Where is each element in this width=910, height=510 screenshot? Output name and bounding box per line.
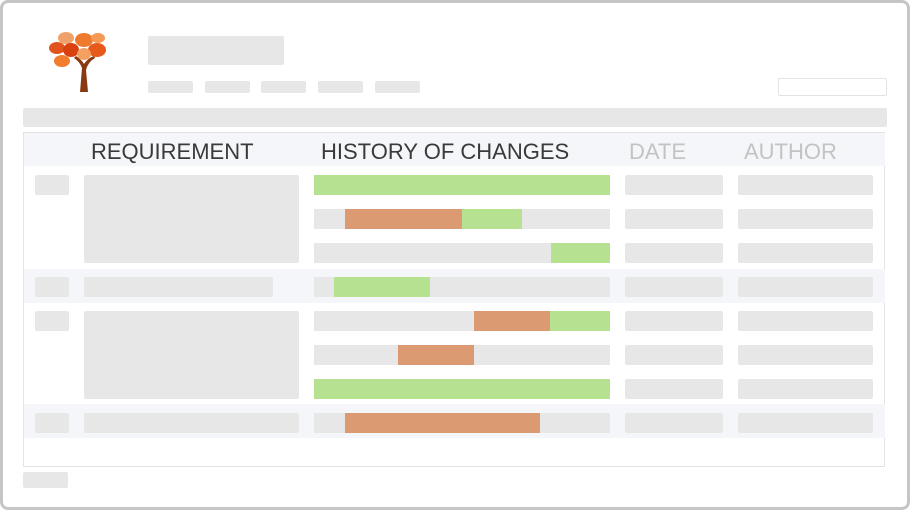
change-bar-added — [314, 379, 610, 399]
change-bar-added — [551, 243, 610, 263]
change-bar-removed — [474, 311, 550, 331]
author-cell — [738, 209, 873, 229]
column-header-requirement[interactable]: REQUIREMENT — [91, 139, 254, 165]
date-cell — [625, 379, 723, 399]
column-header-date[interactable]: DATE — [629, 139, 686, 165]
date-cell — [625, 345, 723, 365]
nav-item-4[interactable] — [318, 81, 363, 93]
change-bar-added — [334, 277, 430, 297]
requirement-text-placeholder — [84, 413, 299, 433]
author-cell — [738, 413, 873, 433]
author-cell — [738, 243, 873, 263]
author-cell — [738, 345, 873, 365]
row-id-placeholder — [35, 311, 69, 331]
column-header-author[interactable]: AUTHOR — [744, 139, 837, 165]
nav-item-2[interactable] — [205, 81, 250, 93]
requirement-text-placeholder — [84, 277, 273, 297]
requirement-text-placeholder — [84, 175, 299, 263]
change-bar-removed — [345, 209, 462, 229]
row-id-placeholder — [35, 413, 69, 433]
row-id-placeholder — [35, 175, 69, 195]
change-bar-removed — [345, 413, 540, 433]
change-bar-removed — [398, 345, 474, 365]
author-cell — [738, 311, 873, 331]
nav-item-5[interactable] — [375, 81, 420, 93]
change-bar-added — [550, 311, 610, 331]
author-cell — [738, 175, 873, 195]
row-id-placeholder — [35, 277, 69, 297]
date-cell — [625, 413, 723, 433]
toolbar-bar — [23, 108, 887, 127]
footer-placeholder — [23, 472, 68, 488]
date-cell — [625, 175, 723, 195]
nav-item-1[interactable] — [148, 81, 193, 93]
date-cell — [625, 311, 723, 331]
author-cell — [738, 379, 873, 399]
date-cell — [625, 243, 723, 263]
tree-logo-icon — [49, 32, 106, 92]
author-cell — [738, 277, 873, 297]
change-bar-added — [462, 209, 522, 229]
column-header-history[interactable]: HISTORY OF CHANGES — [321, 139, 569, 165]
date-cell — [625, 277, 723, 297]
requirement-text-placeholder — [84, 311, 299, 399]
app-title-placeholder — [148, 36, 284, 65]
search-input[interactable] — [778, 78, 887, 96]
date-cell — [625, 209, 723, 229]
change-bar-added — [314, 175, 610, 195]
nav-item-3[interactable] — [261, 81, 306, 93]
